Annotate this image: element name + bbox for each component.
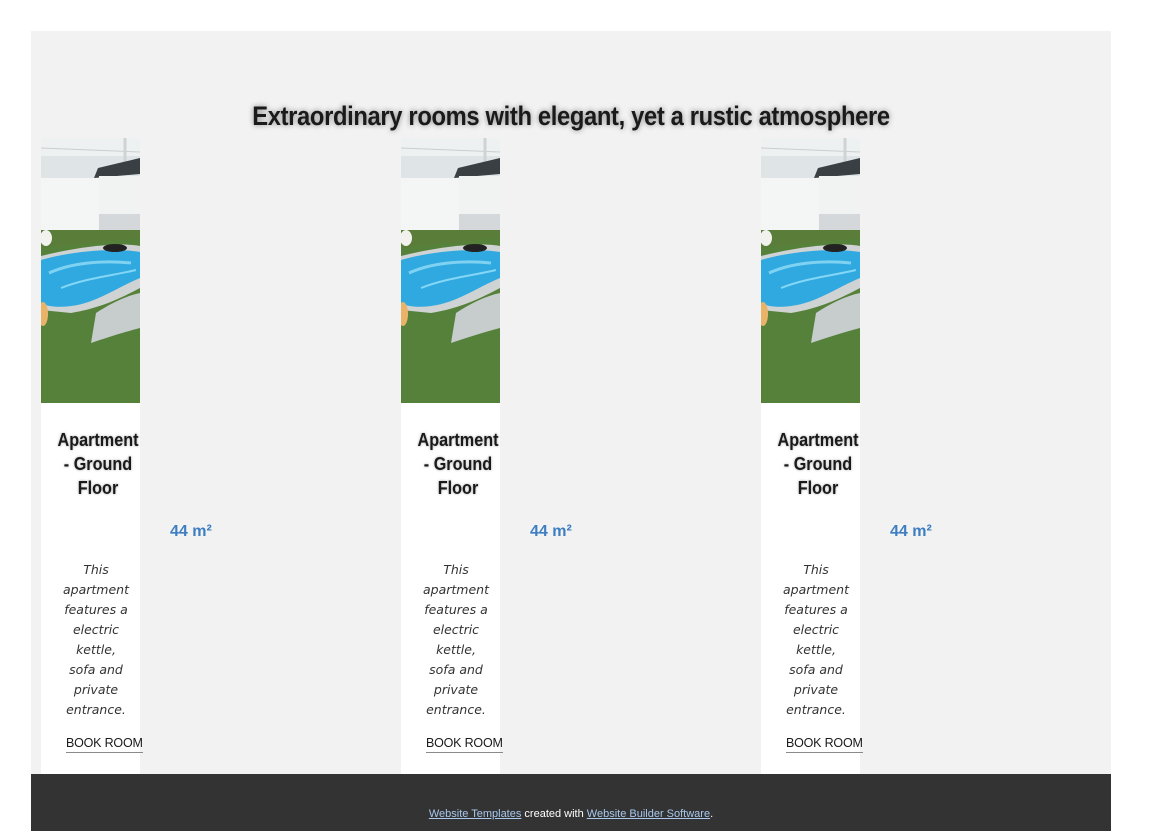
room-title: Apartment - Ground Floor xyxy=(777,430,859,498)
room-title: Apartment - Ground Floor xyxy=(57,430,139,498)
room-photo[interactable] xyxy=(41,138,140,403)
room-description: This apartment features a electric kettl… xyxy=(63,562,129,717)
room-size: 44 m² xyxy=(170,523,212,540)
room-card: Apartment - Ground Floor 44 m² This apar… xyxy=(391,138,751,774)
room-photo[interactable] xyxy=(761,138,860,403)
room-photo[interactable] xyxy=(401,138,500,403)
book-room-button[interactable]: BOOK ROOM xyxy=(426,736,503,753)
book-room-button[interactable]: BOOK ROOM xyxy=(66,736,143,753)
room-card: Apartment - Ground Floor 44 m² This apar… xyxy=(751,138,1111,774)
footer-end-text: . xyxy=(710,808,714,820)
footer-credit: Website Templates created with Website B… xyxy=(31,808,1111,820)
room-description: This apartment features a electric kettl… xyxy=(423,562,489,717)
room-size: 44 m² xyxy=(890,523,932,540)
room-description: This apartment features a electric kettl… xyxy=(783,562,849,717)
website-builder-link[interactable]: Website Builder Software xyxy=(587,808,710,820)
room-card: Apartment - Ground Floor 44 m² This apar… xyxy=(31,138,391,774)
rooms-section: Extraordinary rooms with elegant, yet a … xyxy=(31,31,1111,831)
section-heading: Extraordinary rooms with elegant, yet a … xyxy=(252,101,890,131)
room-size: 44 m² xyxy=(530,523,572,540)
website-templates-link[interactable]: Website Templates xyxy=(429,808,522,820)
book-room-button[interactable]: BOOK ROOM xyxy=(786,736,863,753)
footer: Website Templates created with Website B… xyxy=(31,774,1111,831)
footer-middle-text: created with xyxy=(521,808,587,820)
room-title: Apartment - Ground Floor xyxy=(417,430,499,498)
